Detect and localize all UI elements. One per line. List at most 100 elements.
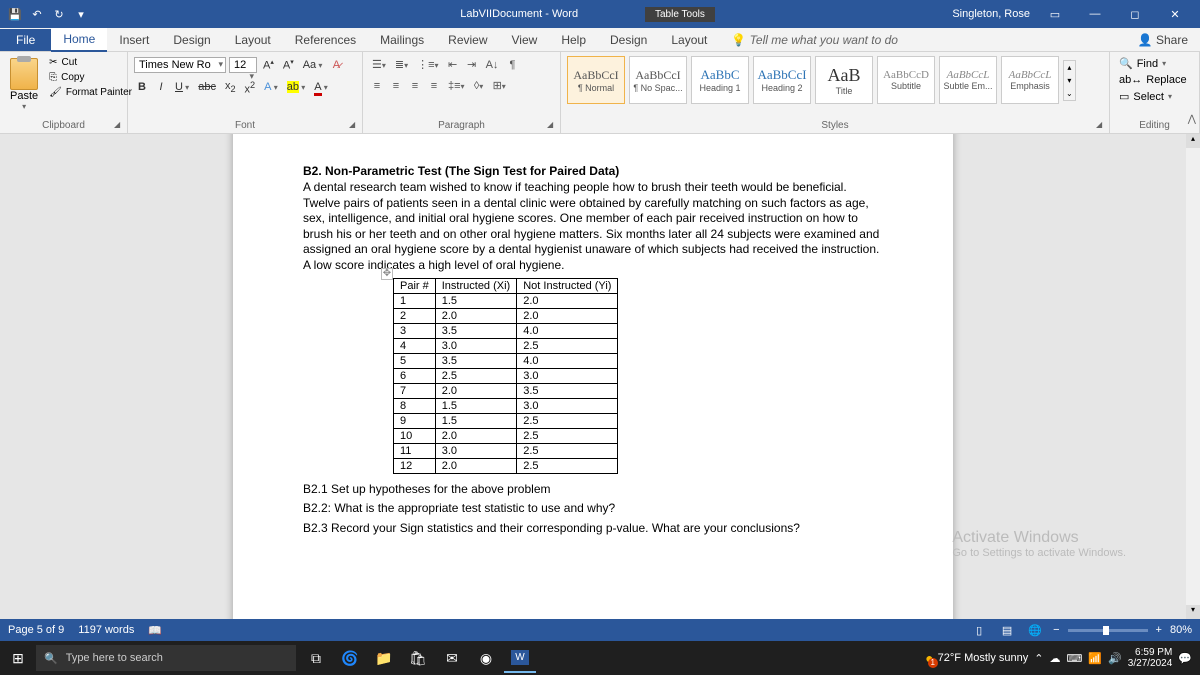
clear-formatting-button[interactable]: A̷ xyxy=(328,57,344,73)
table-cell[interactable]: 2.0 xyxy=(435,458,516,473)
table-move-handle-icon[interactable]: ✥ xyxy=(381,268,393,280)
styles-up-icon[interactable]: ▴ xyxy=(1064,61,1075,74)
font-name-select[interactable]: Times New Ro xyxy=(134,57,226,73)
tab-insert[interactable]: Insert xyxy=(107,29,161,51)
minimize-icon[interactable]: — xyxy=(1080,8,1110,20)
notifications-icon[interactable]: 💬 xyxy=(1178,652,1192,665)
format-painter-button[interactable]: 🖌Format Painter xyxy=(46,86,135,99)
table-cell[interactable]: 3.0 xyxy=(435,338,516,353)
tab-references[interactable]: References xyxy=(283,29,368,51)
table-cell[interactable]: 6 xyxy=(394,368,436,383)
table-cell[interactable]: 2.5 xyxy=(517,428,618,443)
shrink-font-button[interactable]: A▾ xyxy=(280,56,297,74)
undo-icon[interactable]: ↶ xyxy=(30,7,44,21)
scroll-up-icon[interactable]: ▴ xyxy=(1186,134,1200,148)
table-cell[interactable]: 3.5 xyxy=(435,323,516,338)
text-effects-button[interactable]: A xyxy=(261,79,281,95)
ribbon-options-icon[interactable]: ▭ xyxy=(1040,8,1070,21)
font-color-button[interactable]: A xyxy=(311,79,331,95)
print-layout-icon[interactable]: ▤ xyxy=(997,622,1017,638)
shading-button[interactable]: ◊ xyxy=(471,78,487,94)
table-cell[interactable]: 9 xyxy=(394,413,436,428)
tab-design[interactable]: Design xyxy=(161,29,222,51)
style-heading1[interactable]: AaBbCHeading 1 xyxy=(691,56,749,104)
line-spacing-button[interactable]: ‡≡ xyxy=(445,78,468,94)
align-left-button[interactable]: ≡ xyxy=(369,78,385,94)
close-icon[interactable]: ✕ xyxy=(1160,8,1190,21)
change-case-button[interactable]: Aa xyxy=(300,57,326,73)
tab-review[interactable]: Review xyxy=(436,29,499,51)
highlight-button[interactable]: ab xyxy=(284,79,309,95)
weather-widget[interactable]: 72°F Mostly sunny xyxy=(925,650,1028,666)
task-view-icon[interactable]: ⧉ xyxy=(300,643,332,673)
tab-table-design[interactable]: Design xyxy=(598,29,659,51)
save-icon[interactable]: 💾 xyxy=(8,7,22,21)
align-center-button[interactable]: ≡ xyxy=(388,78,404,94)
table-cell[interactable]: 4 xyxy=(394,338,436,353)
sort-button[interactable]: A↓ xyxy=(483,57,502,73)
data-table[interactable]: Pair #Instructed (Xi)Not Instructed (Yi)… xyxy=(393,278,618,474)
maximize-icon[interactable]: ◻ xyxy=(1120,8,1150,21)
tab-view[interactable]: View xyxy=(500,29,550,51)
table-cell[interactable]: 2.5 xyxy=(517,458,618,473)
align-right-button[interactable]: ≡ xyxy=(407,78,423,94)
zoom-level[interactable]: 80% xyxy=(1170,624,1192,636)
table-cell[interactable]: 3.5 xyxy=(435,353,516,368)
chrome-icon[interactable]: ◉ xyxy=(470,643,502,673)
doc-heading[interactable]: B2. Non-Parametric Test (The Sign Test f… xyxy=(303,164,883,178)
table-cell[interactable]: 3.0 xyxy=(435,443,516,458)
tab-mailings[interactable]: Mailings xyxy=(368,29,436,51)
zoom-out-icon[interactable]: − xyxy=(1053,624,1059,636)
tray-chevron-icon[interactable]: ⌃ xyxy=(1034,652,1043,665)
edge-icon[interactable]: 🌀 xyxy=(334,643,366,673)
qat-customize-icon[interactable]: ▾ xyxy=(74,7,88,21)
find-button[interactable]: 🔍Find xyxy=(1116,56,1193,71)
replace-button[interactable]: ab↔Replace xyxy=(1116,73,1193,87)
clock[interactable]: 6:59 PM 3/27/2024 xyxy=(1128,647,1173,669)
document-canvas[interactable]: B2. Non-Parametric Test (The Sign Test f… xyxy=(0,134,1186,619)
table-cell[interactable]: 12 xyxy=(394,458,436,473)
select-button[interactable]: ▭Select xyxy=(1116,89,1193,104)
table-cell[interactable]: 2.5 xyxy=(517,413,618,428)
numbering-button[interactable]: ≣ xyxy=(392,56,411,73)
styles-launcher-icon[interactable]: ◢ xyxy=(1096,120,1106,130)
style-normal[interactable]: AaBbCcI¶ Normal xyxy=(567,56,625,104)
tab-file[interactable]: File xyxy=(0,29,51,51)
table-cell[interactable]: 3 xyxy=(394,323,436,338)
table-cell[interactable]: 2.0 xyxy=(435,428,516,443)
table-cell[interactable]: 3.0 xyxy=(517,398,618,413)
table-cell[interactable]: 1 xyxy=(394,293,436,308)
keyboard-icon[interactable]: ⌨ xyxy=(1067,652,1083,665)
table-cell[interactable]: 7 xyxy=(394,383,436,398)
style-heading2[interactable]: AaBbCcIHeading 2 xyxy=(753,56,811,104)
table-cell[interactable]: 2.5 xyxy=(435,368,516,383)
collapse-ribbon-icon[interactable]: ⋀ xyxy=(1188,114,1196,125)
explorer-icon[interactable]: 📁 xyxy=(368,643,400,673)
clipboard-launcher-icon[interactable]: ◢ xyxy=(114,120,124,130)
tab-home[interactable]: Home xyxy=(51,28,107,52)
read-mode-icon[interactable]: ▯ xyxy=(969,622,989,638)
volume-icon[interactable]: 🔊 xyxy=(1108,652,1122,665)
doc-q2[interactable]: B2.2: What is the appropriate test stati… xyxy=(303,501,883,517)
status-page[interactable]: Page 5 of 9 xyxy=(8,624,64,636)
table-cell[interactable]: 2.0 xyxy=(517,308,618,323)
underline-button[interactable]: U xyxy=(172,79,192,95)
paste-button[interactable]: Paste ▾ xyxy=(6,56,42,113)
scroll-down-icon[interactable]: ▾ xyxy=(1186,605,1200,619)
table-cell[interactable]: 2 xyxy=(394,308,436,323)
copy-button[interactable]: ⎘Copy xyxy=(46,71,135,84)
mail-icon[interactable]: ✉ xyxy=(436,643,468,673)
bold-button[interactable]: B xyxy=(134,79,150,95)
font-launcher-icon[interactable]: ◢ xyxy=(349,120,359,130)
web-layout-icon[interactable]: 🌐 xyxy=(1025,622,1045,638)
table-cell[interactable]: 4.0 xyxy=(517,323,618,338)
table-cell[interactable]: 2.0 xyxy=(435,308,516,323)
wifi-icon[interactable]: 📶 xyxy=(1088,652,1102,665)
taskbar-search[interactable]: 🔍 Type here to search xyxy=(36,645,296,671)
font-size-select[interactable]: 12 xyxy=(229,57,257,73)
tab-table-layout[interactable]: Layout xyxy=(659,29,719,51)
word-icon[interactable]: W xyxy=(504,643,536,673)
style-emphasis[interactable]: AaBbCcLEmphasis xyxy=(1001,56,1059,104)
table-cell[interactable]: 3.0 xyxy=(517,368,618,383)
style-subtle-emphasis[interactable]: AaBbCcLSubtle Em... xyxy=(939,56,997,104)
